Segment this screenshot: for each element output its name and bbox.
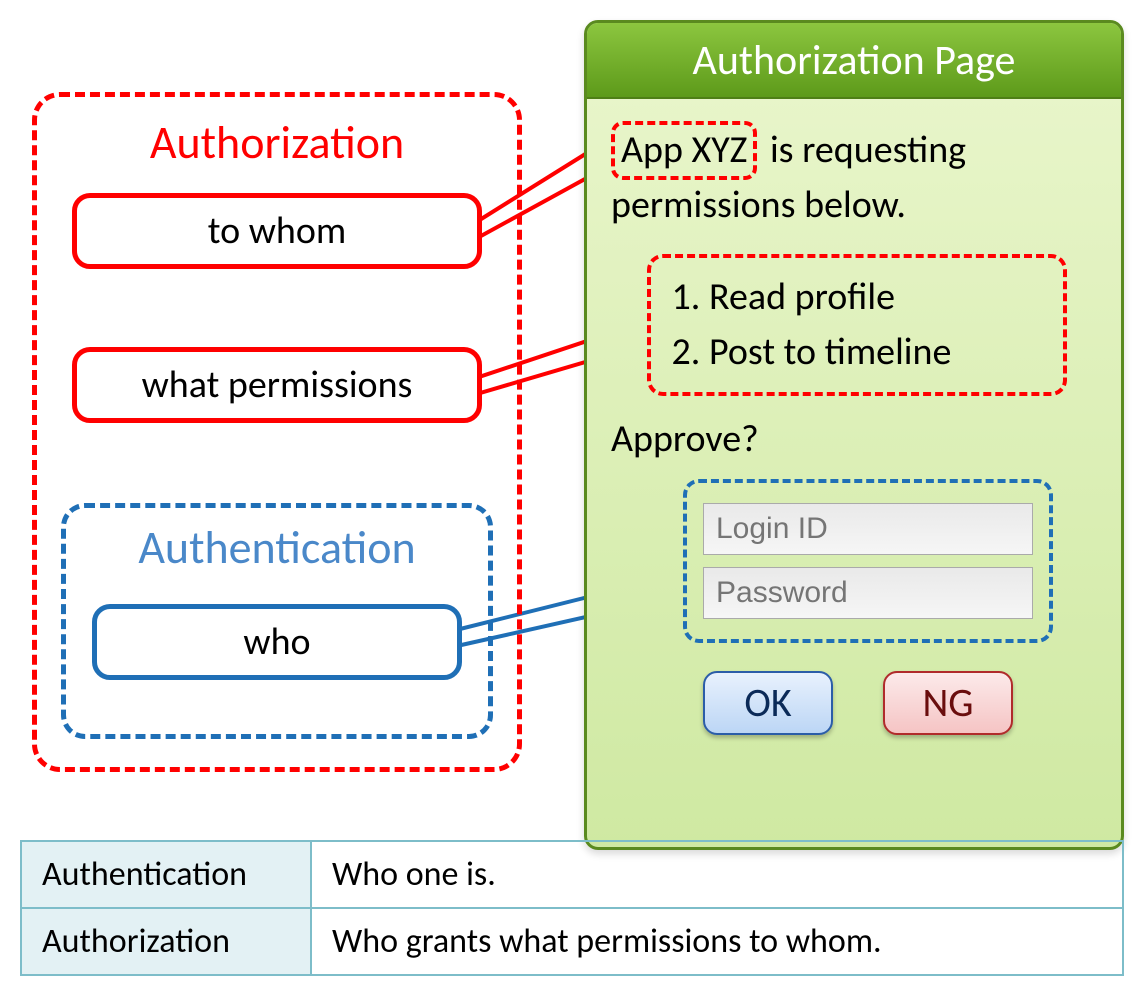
ok-label: OK [744, 676, 791, 730]
diagram-canvas: Authorization to whom what permissions A… [20, 20, 1124, 976]
table-row: Authentication Who one is. [21, 841, 1123, 908]
authentication-group: Authentication who [61, 503, 493, 739]
desc-cell: Who grants what permissions to whom. [311, 908, 1123, 975]
page-body: App XYZ is requesting permissions below.… [587, 99, 1121, 757]
table-row: Authorization Who grants what permission… [21, 908, 1123, 975]
term-cell: Authentication [21, 841, 311, 908]
ng-button[interactable]: NG [883, 671, 1013, 735]
what-permissions-label: what permissions [142, 362, 413, 408]
authorization-group: Authorization to whom what permissions A… [32, 92, 522, 772]
approve-label: Approve? [611, 414, 1097, 465]
login-id-input[interactable] [703, 503, 1033, 555]
permissions-box: Read profile Post to timeline [647, 254, 1067, 397]
authorization-title: Authorization [37, 115, 517, 171]
ok-button[interactable]: OK [703, 671, 833, 735]
to-whom-pill: to whom [72, 193, 482, 269]
authorization-page-panel: Authorization Page App XYZ is requesting… [584, 20, 1124, 850]
to-whom-label: to whom [208, 208, 347, 254]
ng-label: NG [922, 676, 973, 730]
permissions-list: Read profile Post to timeline [669, 272, 1045, 379]
who-pill: who [92, 604, 462, 680]
what-permissions-pill: what permissions [72, 347, 482, 423]
desc-cell: Who one is. [311, 841, 1123, 908]
permission-item: Read profile [709, 272, 1045, 323]
button-row: OK NG [703, 671, 1097, 735]
who-label: who [243, 619, 310, 665]
page-header: Authorization Page [587, 23, 1121, 99]
authentication-title: Authentication [66, 520, 488, 576]
login-box [683, 479, 1053, 643]
request-line: App XYZ is requesting permissions below. [611, 121, 1097, 232]
term-cell: Authorization [21, 908, 311, 975]
definitions-table: Authentication Who one is. Authorization… [20, 840, 1124, 976]
password-input[interactable] [703, 567, 1033, 619]
permission-item: Post to timeline [709, 327, 1045, 378]
app-name-chip: App XYZ [611, 121, 757, 180]
